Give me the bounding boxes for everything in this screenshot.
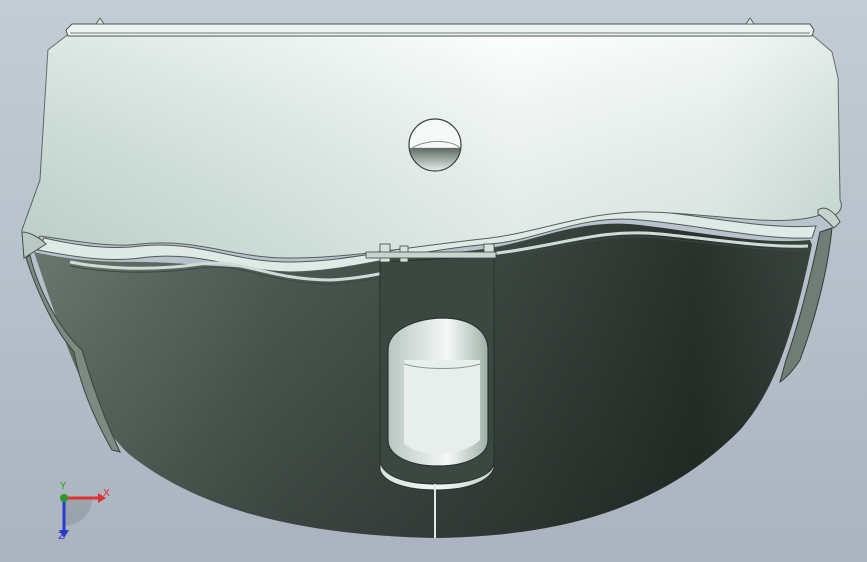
coordinate-triad: X Y Z (48, 482, 118, 548)
triad-quadrant-shade (64, 498, 92, 526)
graphics-viewport[interactable]: X Y Z (0, 0, 867, 562)
cap-top-rim (65, 23, 815, 37)
vertical-slot-strip (379, 255, 495, 491)
triad-x-label: X (103, 488, 110, 499)
triad-z-label: Z (58, 531, 65, 542)
cap-round-hole (408, 118, 462, 172)
triad-y-axis (60, 494, 68, 502)
triad-y-label: Y (60, 481, 67, 492)
3d-model-view[interactable] (0, 0, 867, 562)
